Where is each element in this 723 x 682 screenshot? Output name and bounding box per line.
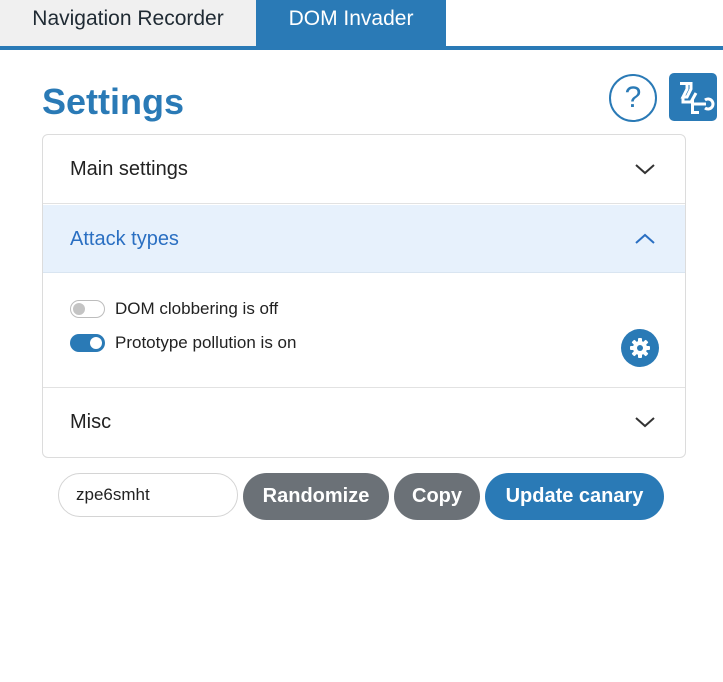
accordion-misc[interactable]: Misc bbox=[43, 388, 685, 457]
accordion-main-settings-label: Main settings bbox=[70, 158, 188, 180]
dom-clobbering-toggle[interactable] bbox=[70, 300, 105, 318]
tab-bar: Navigation Recorder DOM Invader bbox=[0, 0, 723, 50]
tab-bar-underline bbox=[0, 46, 723, 50]
chevron-up-icon bbox=[635, 233, 655, 244]
accordion-attack-types-label: Attack types bbox=[70, 228, 179, 250]
prototype-pollution-settings-button[interactable] bbox=[621, 329, 659, 367]
gear-icon bbox=[630, 338, 650, 358]
toggle-knob bbox=[90, 337, 102, 349]
chevron-down-icon bbox=[635, 164, 655, 175]
tab-dom-invader[interactable]: DOM Invader bbox=[256, 0, 446, 46]
accordion-attack-types[interactable]: Attack types bbox=[43, 205, 685, 273]
copy-button[interactable]: Copy bbox=[394, 473, 480, 520]
attack-types-panel: DOM clobbering is off Prototype pollutio… bbox=[43, 274, 685, 388]
accordion-misc-label: Misc bbox=[70, 411, 112, 433]
prototype-pollution-toggle[interactable] bbox=[70, 334, 105, 352]
randomize-button[interactable]: Randomize bbox=[243, 473, 389, 520]
dom-clobbering-label: DOM clobbering is off bbox=[115, 299, 279, 318]
accordion-main-settings[interactable]: Main settings bbox=[43, 135, 685, 204]
settings-accordion: Main settings Attack types DOM clobberin… bbox=[42, 134, 686, 458]
page-title: Settings bbox=[42, 81, 185, 122]
toggle-knob bbox=[73, 303, 85, 315]
update-canary-button[interactable]: Update canary bbox=[485, 473, 664, 520]
tab-navigation-recorder[interactable]: Navigation Recorder bbox=[0, 0, 256, 46]
prototype-pollution-label: Prototype pollution is on bbox=[115, 333, 297, 352]
dom-invader-logo-icon[interactable] bbox=[669, 73, 717, 121]
chevron-down-icon bbox=[635, 417, 655, 428]
help-button[interactable]: ? bbox=[609, 74, 657, 122]
canary-input[interactable] bbox=[58, 473, 238, 517]
question-circle-icon: ? bbox=[624, 81, 642, 114]
